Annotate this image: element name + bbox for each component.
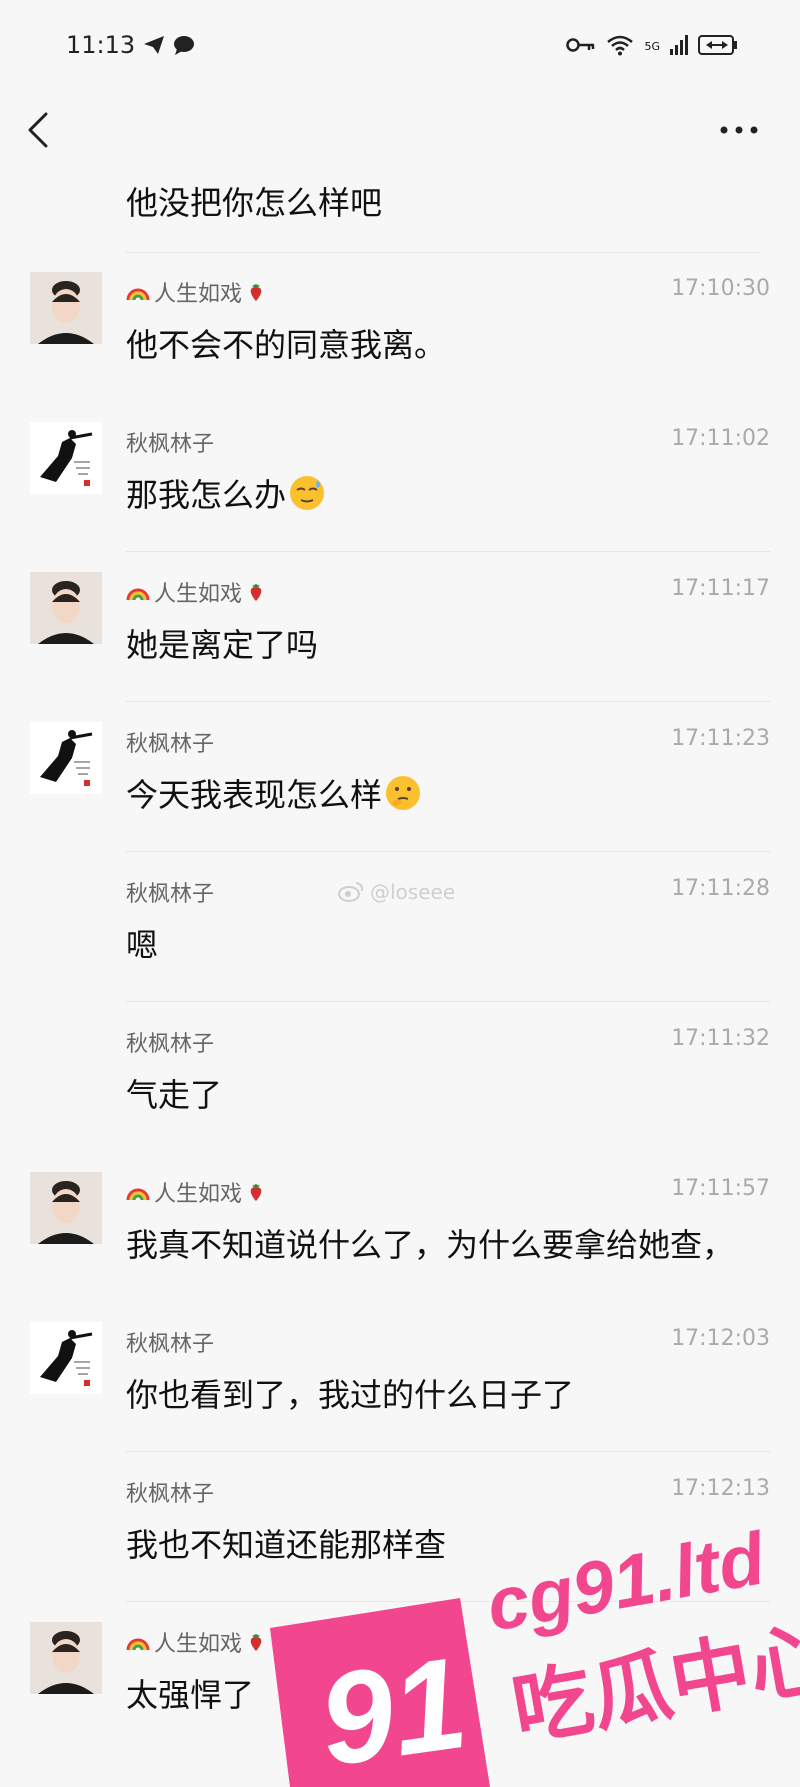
more-dots-icon <box>720 126 758 134</box>
message-item[interactable]: 秋枫林子 17:11:23 今天我表现怎么样 <box>0 702 800 852</box>
avatar[interactable] <box>30 1622 102 1694</box>
rainbow-icon <box>126 288 150 301</box>
strawberry-icon <box>250 584 262 601</box>
sender-name: 人生如戏 <box>126 576 266 608</box>
sender-name: 秋枫林子 <box>126 432 215 457</box>
battery-icon <box>698 35 737 55</box>
message-time: 17:10:30 <box>671 276 770 301</box>
message-item[interactable]: 人生如戏 17:10:30 他不会不的同意我离。 <box>0 252 800 402</box>
message-item[interactable]: 他没把你怎么样吧 <box>126 160 760 253</box>
message-text: 他没把你怎么样吧 <box>126 184 383 222</box>
message-text: 她是离定了吗 <box>126 626 319 664</box>
message-text: 他不会不的同意我离。 <box>126 326 447 364</box>
relieved-emoji-icon <box>290 476 325 510</box>
chat-bubble-icon <box>174 36 195 55</box>
weibo-icon <box>338 882 364 902</box>
sender-name: 人生如戏 <box>126 276 266 308</box>
status-left: 11:13 <box>66 31 195 59</box>
message-item[interactable]: 秋枫林子 17:11:28 嗯 <box>0 852 800 1002</box>
strawberry-icon <box>250 284 262 301</box>
telegram-icon <box>144 36 165 54</box>
wifi-icon <box>607 35 634 56</box>
sender-name: 秋枫林子 <box>126 1332 215 1357</box>
avatar[interactable] <box>30 722 102 794</box>
conversation-header <box>0 90 800 170</box>
weibo-watermark: @loseee <box>338 880 455 904</box>
sender-name: 秋枫林子 <box>126 1032 215 1057</box>
message-text: 气走了 <box>126 1076 223 1114</box>
rainbow-icon <box>126 1188 150 1201</box>
signal-icon <box>670 35 688 55</box>
sender-name: 秋枫林子 <box>126 1482 215 1507</box>
back-chevron-icon <box>28 112 48 148</box>
message-text: 嗯 <box>126 926 159 964</box>
message-item[interactable]: 秋枫林子 17:12:03 你也看到了，我过的什么日子了 <box>0 1302 800 1452</box>
message-time: 17:11:23 <box>671 726 770 751</box>
more-options-button[interactable] <box>714 110 764 150</box>
avatar[interactable] <box>30 1172 102 1244</box>
thinking-emoji-icon <box>386 776 421 810</box>
status-bar: 11:13 5G <box>0 0 800 90</box>
rainbow-icon <box>126 1638 150 1651</box>
status-time: 11:13 <box>66 31 136 59</box>
message-item[interactable]: 人生如戏 17:11:17 她是离定了吗 <box>0 552 800 702</box>
back-button[interactable] <box>26 100 66 160</box>
message-text: 我真不知道说什么了，为什么要拿给她查， <box>126 1226 735 1264</box>
rainbow-icon <box>126 588 150 601</box>
message-text: 那我怎么办 <box>126 470 326 516</box>
sender-name: 人生如戏 <box>126 1626 266 1658</box>
message-time: 17:12:03 <box>671 1326 770 1351</box>
message-time: 17:11:02 <box>671 426 770 451</box>
message-text: 太强悍了 <box>126 1676 255 1714</box>
message-item[interactable]: 秋枫林子 17:11:02 那我怎么办 <box>0 402 800 552</box>
status-right: 5G <box>566 34 738 56</box>
avatar[interactable] <box>30 272 102 344</box>
site-watermark: 91 cg91.ltd 吃瓜中心 <box>270 1516 800 1787</box>
message-time: 17:11:17 <box>671 576 770 601</box>
avatar[interactable] <box>30 422 102 494</box>
avatar[interactable] <box>30 572 102 644</box>
message-time: 17:11:28 <box>671 876 770 901</box>
message-text: 你也看到了，我过的什么日子了 <box>126 1376 575 1414</box>
network-label: 5G <box>644 40 660 53</box>
key-icon <box>566 38 595 52</box>
sender-name: 秋枫林子 <box>126 732 215 757</box>
sender-name: 秋枫林子 <box>126 882 215 907</box>
message-text: 今天我表现怎么样 <box>126 770 422 816</box>
message-item[interactable]: 秋枫林子 17:11:32 气走了 <box>0 1002 800 1152</box>
sender-name: 人生如戏 <box>126 1176 266 1208</box>
avatar[interactable] <box>30 1322 102 1394</box>
message-time: 17:11:57 <box>671 1176 770 1201</box>
message-time: 17:11:32 <box>671 1026 770 1051</box>
watermark-number: 91 <box>311 1629 475 1787</box>
message-item[interactable]: 人生如戏 17:11:57 我真不知道说什么了，为什么要拿给她查， <box>0 1152 800 1302</box>
strawberry-icon <box>250 1184 262 1201</box>
